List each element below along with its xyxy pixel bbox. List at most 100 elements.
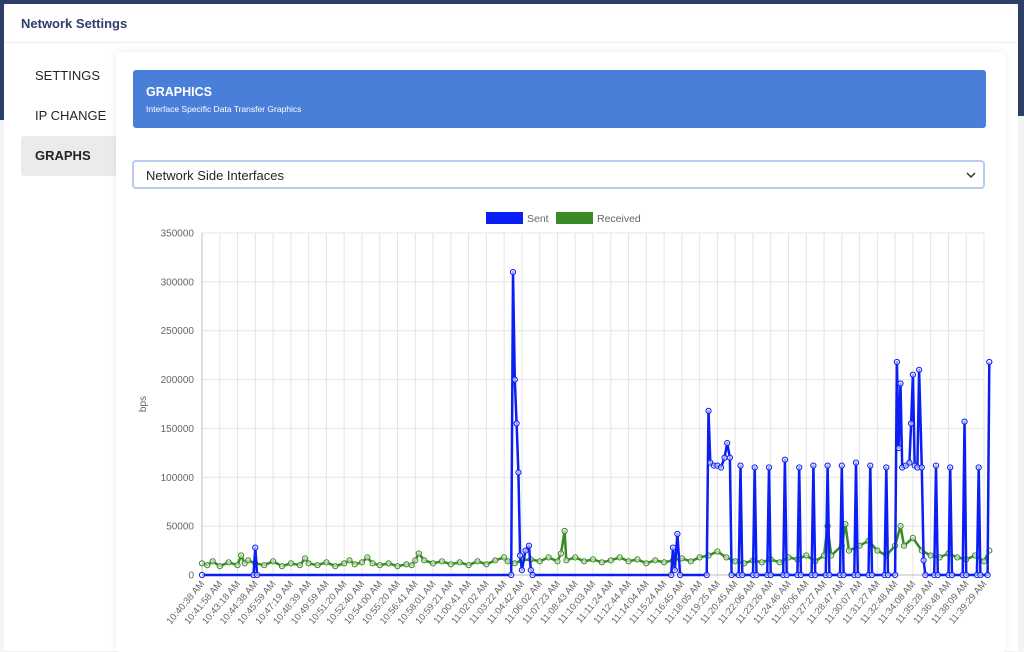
data-point — [954, 554, 961, 561]
data-point — [625, 558, 632, 565]
data-point — [412, 557, 419, 564]
data-point — [403, 561, 410, 568]
data-point — [394, 563, 401, 570]
data-point — [909, 371, 917, 378]
data-point — [509, 269, 517, 276]
data-point — [868, 571, 876, 579]
data-point — [721, 454, 728, 461]
data-point — [408, 562, 415, 569]
data-point — [977, 571, 984, 579]
data-point — [838, 462, 845, 469]
data-point — [204, 562, 211, 569]
data-point — [261, 562, 268, 569]
legend-label: Sent — [527, 213, 549, 225]
data-point — [900, 542, 908, 549]
y-tick-label: 300000 — [161, 277, 195, 288]
data-point — [674, 530, 681, 538]
data-point — [341, 560, 348, 567]
data-point — [234, 562, 241, 569]
data-point — [438, 558, 445, 565]
data-point — [751, 464, 758, 471]
data-point — [922, 571, 929, 579]
sidebar: SETTINGS IP CHANGE GRAPHS — [21, 56, 117, 176]
data-point — [616, 554, 623, 561]
data-point — [554, 558, 561, 565]
data-point — [305, 560, 312, 567]
y-tick-label: 250000 — [161, 326, 195, 337]
data-point — [429, 560, 437, 567]
app-title: Network Settings — [21, 16, 128, 31]
data-point — [598, 559, 605, 566]
data-point — [323, 559, 330, 566]
data-point — [908, 420, 915, 427]
data-point — [724, 440, 731, 447]
data-point — [932, 462, 940, 469]
data-point — [765, 464, 773, 471]
y-tick-label: 150000 — [161, 424, 195, 435]
chart-legend: Sent Received — [486, 212, 641, 225]
header-divider — [4, 42, 1018, 43]
data-point — [421, 557, 428, 564]
data-point — [634, 556, 641, 563]
data-point — [677, 571, 684, 579]
data-point — [525, 542, 533, 549]
y-tick-label: 50000 — [166, 522, 194, 533]
data-point — [797, 571, 805, 579]
data-point — [980, 558, 988, 565]
data-point — [781, 456, 789, 463]
data-point — [893, 358, 901, 366]
data-point — [723, 554, 730, 561]
data-point — [726, 454, 734, 461]
sidebar-item-ip-change[interactable]: IP CHANGE — [21, 96, 117, 136]
data-point — [607, 557, 614, 564]
data-point — [456, 559, 463, 566]
data-point — [572, 554, 579, 561]
sidebar-item-settings[interactable]: SETTINGS — [21, 56, 117, 96]
right-border — [1018, 0, 1024, 116]
data-point — [415, 550, 422, 557]
y-tick-label: 200000 — [161, 375, 195, 386]
series-sent — [198, 269, 993, 579]
data-point — [287, 560, 294, 567]
legend-swatch — [556, 212, 593, 224]
y-axis-label: bps — [138, 396, 149, 412]
data-point — [783, 571, 790, 579]
data-point — [511, 376, 518, 383]
data-point — [728, 571, 735, 579]
data-point — [364, 554, 371, 561]
data-point — [252, 544, 259, 551]
data-point — [254, 571, 261, 579]
data-point — [884, 571, 892, 579]
data-point — [739, 571, 746, 579]
data-point — [909, 534, 917, 541]
data-point — [948, 571, 956, 579]
data-point — [927, 552, 934, 559]
app-window: Network Settings SETTINGS IP CHANGE GRAP… — [4, 4, 1018, 652]
data-point — [687, 558, 694, 565]
data-point — [245, 557, 252, 564]
data-point — [385, 560, 392, 567]
data-point — [883, 464, 890, 471]
data-point — [758, 559, 765, 566]
data-point — [824, 462, 831, 469]
data-point — [529, 571, 536, 579]
data-point — [661, 559, 668, 566]
data-point — [561, 527, 568, 535]
data-point — [504, 558, 511, 565]
data-point — [346, 557, 353, 564]
data-point — [513, 420, 520, 427]
data-point — [652, 557, 659, 564]
data-point — [216, 563, 223, 570]
data-point — [986, 358, 993, 366]
data-point — [854, 571, 861, 579]
sidebar-item-graphs[interactable]: GRAPHS — [21, 136, 117, 176]
data-point — [803, 552, 810, 559]
data-point — [737, 462, 744, 469]
data-point — [918, 464, 925, 471]
series-line — [202, 270, 991, 577]
data-point — [874, 547, 881, 554]
data-point — [963, 571, 970, 579]
data-point — [589, 556, 597, 563]
data-point — [668, 571, 675, 579]
data-point — [209, 558, 216, 565]
